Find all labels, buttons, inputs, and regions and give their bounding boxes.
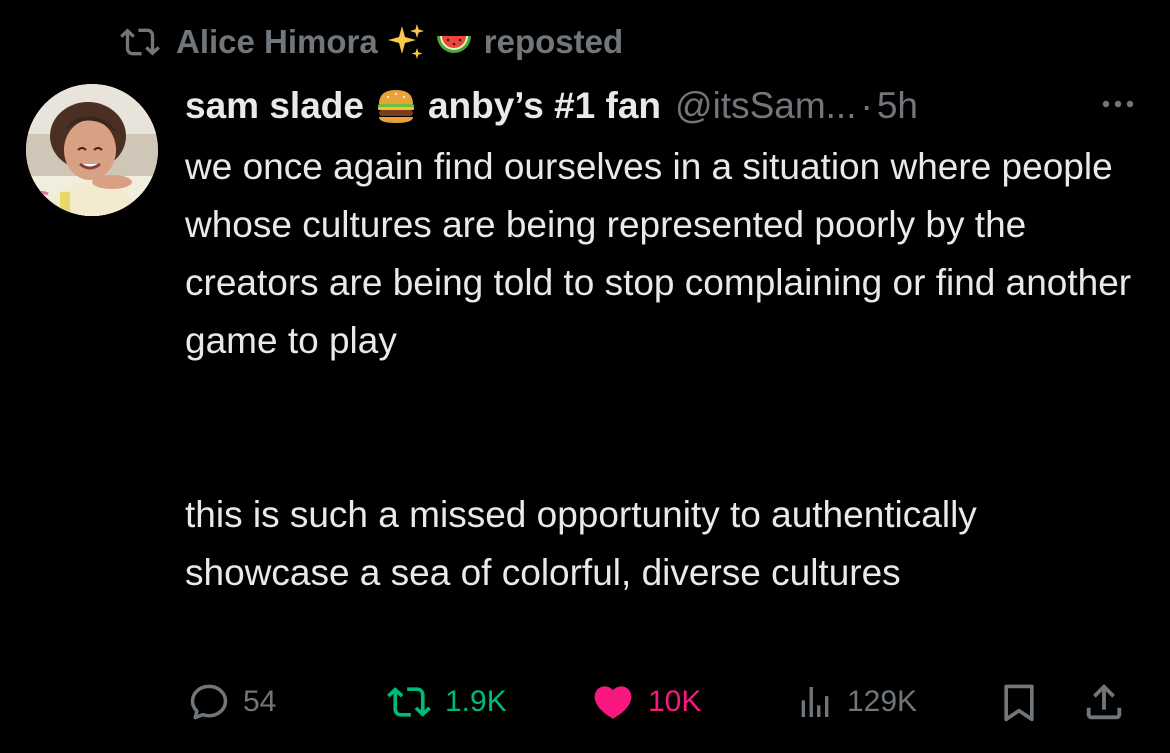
watermelon-icon [436,36,471,53]
bookmark-icon [1004,684,1034,722]
tweet-header: sam slade anby’s #1 fan @itsSam... · 5h [185,82,1140,130]
tweet-paragraph-1: we once again find ourselves in a situat… [185,146,1132,361]
tweet-text: we once again find ourselves in a situat… [185,138,1135,602]
like-button[interactable]: 10K [590,672,701,732]
more-icon[interactable] [1096,84,1140,124]
repost-icon [387,687,431,717]
sparkles-icon [387,24,424,59]
reply-icon [190,684,228,720]
repost-context[interactable]: Alice Himora reposted [118,20,623,64]
repost-count: 1.9K [445,685,507,718]
views-count: 129K [847,685,918,718]
avatar[interactable] [26,84,158,216]
timestamp[interactable]: 5h [877,85,918,127]
separator-dot: · [860,85,873,126]
share-button[interactable] [1081,672,1127,732]
repost-icon [120,28,160,56]
avatar-image [26,84,158,216]
display-name[interactable]: sam slade [185,85,364,127]
display-name-suffix[interactable]: anby’s #1 fan [428,85,661,127]
repost-button[interactable]: 1.9K [385,672,507,732]
reply-count: 54 [243,685,277,718]
reposter-name[interactable]: Alice Himora [176,23,378,61]
views-button[interactable]: 129K [795,672,917,732]
tweet-paragraph-2: this is such a missed opportunity to aut… [185,494,977,593]
heart-icon [594,686,632,719]
action-bar: 54 1.9K 10K 129K [185,672,1145,732]
reply-button[interactable]: 54 [187,672,276,732]
reposted-label: reposted [483,23,624,60]
like-count: 10K [648,685,702,718]
views-icon [801,687,829,717]
bookmark-button[interactable] [997,672,1041,732]
share-icon [1086,683,1122,720]
user-handle[interactable]: @itsSam... [675,85,856,127]
hamburger-icon [377,90,414,123]
